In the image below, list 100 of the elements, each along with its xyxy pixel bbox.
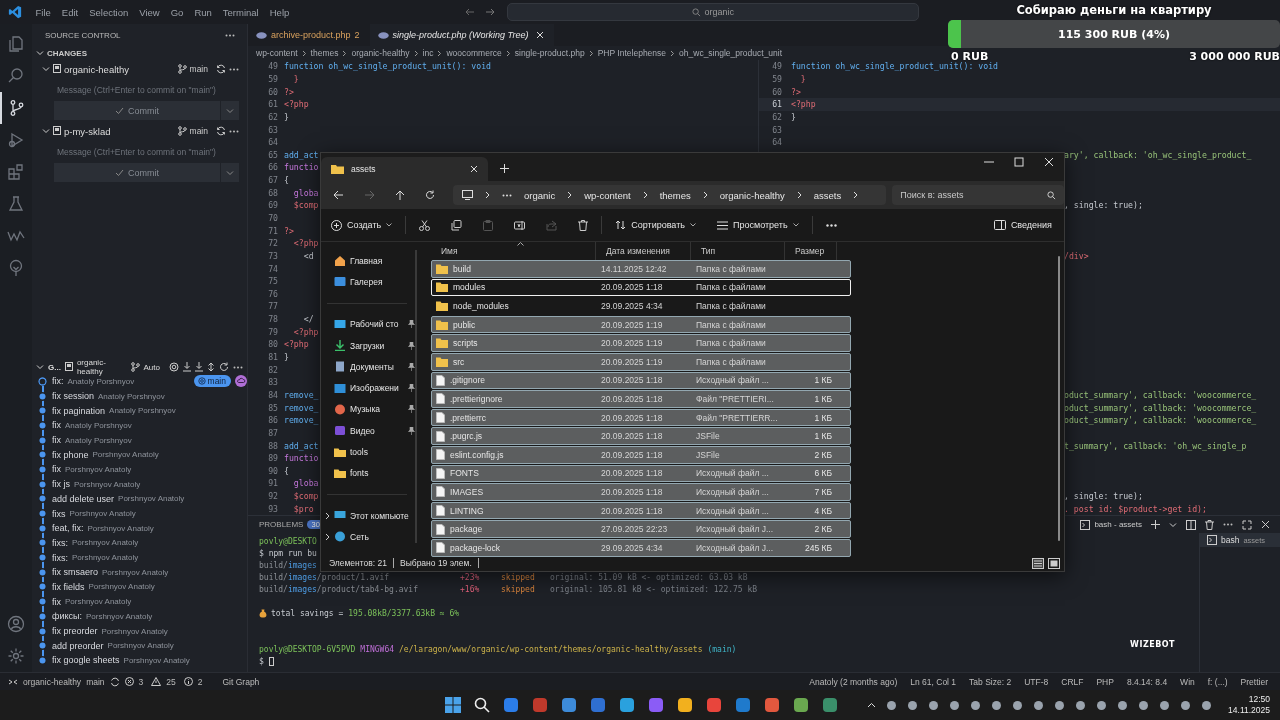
menu-item[interactable]: Edit (56, 6, 84, 18)
commit-row[interactable]: fixs: Porshnyov Anatoly (32, 535, 247, 551)
more-icon[interactable] (233, 365, 243, 369)
create-button[interactable]: Создать (331, 219, 393, 231)
tray-icon[interactable] (949, 699, 961, 711)
commit-row[interactable]: fix Anatoly Porshnyov (32, 418, 247, 433)
status-item[interactable]: UTF-8 (1024, 676, 1049, 687)
plus-icon[interactable] (1151, 520, 1160, 529)
window-tab[interactable]: assets (321, 157, 488, 181)
pin-icon[interactable] (408, 341, 415, 350)
commit-row[interactable]: фиксы: Porshnyov Anatoly (32, 609, 247, 624)
scrollbar[interactable] (1058, 256, 1060, 541)
pin-icon[interactable] (408, 362, 415, 371)
file-row[interactable]: .prettierrc 20.09.2025 1:18 Файл "PRETTIERR... 1 КБ (431, 408, 851, 427)
nav-item[interactable]: Сеть (321, 526, 415, 548)
editor-tab[interactable]: single-product.php (Working Tree) (369, 24, 555, 46)
file-row[interactable]: .prettierignore 20.09.2025 1:18 Файл "PRETTIERI... 1 КБ (431, 390, 851, 408)
app-icon[interactable] (677, 697, 693, 713)
file-row[interactable]: IMAGES 20.09.2025 1:18 Исходный файл ... 7 КБ (431, 483, 851, 501)
file-row[interactable]: FONTS 20.09.2025 1:18 Исходный файл ... 6 КБ (431, 464, 851, 483)
nav-item[interactable]: Документы (321, 356, 415, 378)
file-row[interactable]: package-lock 29.09.2025 4:34 Исходный файл J... 245 КБ (431, 538, 851, 557)
file-row[interactable]: scripts 20.09.2025 1:19 Папка с файлами (431, 334, 851, 352)
more-icon[interactable] (225, 33, 235, 37)
tray-icon[interactable] (1159, 699, 1171, 711)
menu-item[interactable]: Terminal (217, 6, 265, 18)
info-count[interactable]: 2 (197, 676, 203, 687)
commit-row[interactable]: fix pagination Anatoly Porshnyov (32, 403, 247, 419)
close-icon[interactable] (1044, 157, 1054, 167)
rename-icon[interactable] (514, 219, 526, 231)
more-icon[interactable] (1223, 523, 1233, 526)
file-row[interactable]: public 20.09.2025 1:19 Папка с файлами (431, 315, 851, 334)
pin-icon[interactable] (408, 384, 415, 393)
path-segment[interactable]: organic-healthy (719, 189, 785, 201)
fetch-icon[interactable] (183, 362, 191, 372)
repository-name[interactable]: organic-healthy (64, 63, 175, 75)
file-row[interactable]: src 20.09.2025 1:19 Папка с файлами (431, 352, 851, 371)
status-item[interactable]: Prettier (1240, 676, 1268, 687)
chevron-right-icon[interactable] (796, 191, 802, 199)
file-row[interactable]: .pugrc.js 20.09.2025 1:18 JSFile 1 КБ (431, 427, 851, 445)
details-button[interactable]: Сведения (993, 220, 1052, 230)
tray-icon[interactable] (1138, 699, 1150, 711)
tray-icon[interactable] (1117, 699, 1129, 711)
app-icon[interactable] (822, 697, 838, 713)
forward-arrow-icon[interactable] (364, 190, 375, 200)
chevron-down-icon[interactable] (36, 363, 44, 371)
chevron-right-icon[interactable] (325, 532, 330, 541)
app-icon[interactable] (503, 697, 519, 713)
copy-icon[interactable] (451, 219, 463, 231)
maximize-icon[interactable] (1014, 157, 1024, 167)
commit-row[interactable]: feat, fix: Porshnyov Anatoly (32, 520, 247, 536)
branch-label[interactable]: main (189, 126, 208, 136)
file-row[interactable]: modules 20.09.2025 1:18 Папка с файлами (431, 278, 851, 297)
sync-icon[interactable] (216, 126, 226, 136)
status-repo[interactable]: organic-healthy (23, 676, 82, 687)
menu-item[interactable]: Run (188, 6, 218, 18)
pin-icon[interactable] (408, 320, 415, 329)
file-row[interactable]: node_modules 29.09.2025 4:34 Папка с файлами (431, 297, 851, 315)
breadcrumb-item[interactable]: organic-healthy (351, 48, 410, 58)
breadcrumb-item[interactable]: oh_wc_single_product_unit (679, 48, 783, 58)
forward-arrow-icon[interactable] (484, 7, 495, 17)
push-icon[interactable] (207, 362, 215, 372)
refresh-icon[interactable] (425, 190, 435, 200)
file-row[interactable]: package 27.09.2025 22:23 Исходный файл J... 2 КБ (431, 520, 851, 538)
pull-icon[interactable] (195, 362, 203, 372)
git-graph-button[interactable]: Git Graph (222, 676, 260, 687)
target-icon[interactable] (169, 362, 179, 372)
breadcrumb-item[interactable]: themes (310, 48, 339, 58)
commit-row[interactable]: fix Porshnyov Anatoly (32, 594, 247, 609)
breadcrumb-item[interactable]: wp-content (256, 48, 298, 58)
more-icon[interactable] (229, 129, 239, 133)
tray-icon[interactable] (1201, 699, 1213, 711)
commit-row[interactable]: fixs Porshnyov Anatoly (32, 506, 247, 521)
file-row[interactable]: build 14.11.2025 12:42 Папка с файлами (431, 260, 851, 278)
app-icon[interactable] (619, 697, 635, 713)
status-item[interactable]: Tab Size: 2 (969, 676, 1012, 687)
split-icon[interactable] (1186, 519, 1196, 530)
commit-row[interactable]: fix phone Porshnyov Anatoly (32, 447, 247, 463)
tray-icon[interactable] (1012, 699, 1024, 711)
tray-icon[interactable] (991, 699, 1003, 711)
tray-icon[interactable] (1180, 699, 1192, 711)
cut-icon[interactable] (419, 219, 431, 231)
nav-item[interactable]: Видео (321, 420, 415, 442)
commit-row[interactable]: fix preorder Porshnyov Anatoly (32, 623, 247, 639)
app-icon[interactable] (561, 697, 577, 713)
commit-row[interactable]: fix Anatoly Porshnyov (32, 432, 247, 448)
trash-icon[interactable] (578, 219, 589, 231)
tray-icon[interactable] (1054, 699, 1066, 711)
status-item[interactable]: CRLF (1061, 676, 1084, 687)
chevron-right-icon[interactable] (325, 511, 330, 520)
more-icon[interactable] (229, 67, 239, 71)
chevron-right-icon[interactable] (853, 191, 859, 199)
more-icon[interactable] (502, 193, 512, 197)
nav-item[interactable]: Этот компьюте (321, 504, 415, 527)
nav-item[interactable]: fonts (321, 462, 415, 484)
path-segment[interactable]: themes (659, 189, 691, 201)
file-row[interactable]: eslint.config.js 20.09.2025 1:18 JSFile 2 КБ (431, 445, 851, 464)
commit-row[interactable]: fix fields Porshnyov Anatoly (32, 579, 247, 595)
tray-icon[interactable] (1075, 699, 1087, 711)
tray-icon[interactable] (886, 699, 898, 711)
